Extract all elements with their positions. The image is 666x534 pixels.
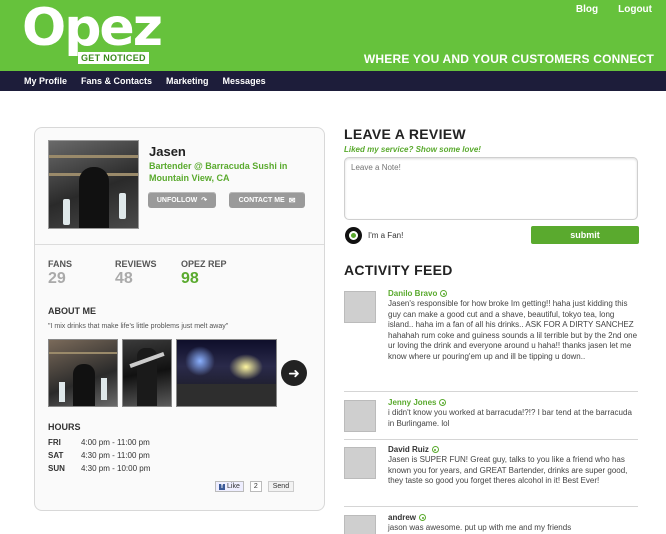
like-count: 2 [249, 481, 262, 492]
review-title: LEAVE A REVIEW [344, 126, 466, 142]
nav-messages[interactable]: Messages [223, 76, 266, 86]
envelope-icon: ✉ [288, 195, 296, 205]
reviews-value[interactable]: 48 [115, 270, 133, 288]
activity-title: ACTIVITY FEED [344, 262, 453, 278]
feed-text: i didn't know you worked at barracuda!?!… [388, 408, 632, 428]
unfollow-icon: ↷ [201, 197, 208, 204]
photo-thumbnail[interactable] [122, 339, 172, 407]
photo-thumbnail[interactable] [176, 339, 277, 407]
about-quote: "I mix drinks that make life's little pr… [48, 323, 229, 330]
feed-item: Danilo Bravo Jasen's responsible for how… [344, 289, 638, 389]
avatar[interactable] [344, 447, 376, 479]
fans-label: FANS [48, 259, 73, 269]
avatar[interactable] [344, 400, 376, 432]
feed-author-name: Danilo Bravo [388, 289, 438, 298]
hours-row: SUN 4:30 pm - 10:00 pm [48, 464, 150, 473]
unfollow-label: UNFOLLOW [156, 196, 198, 204]
fan-badge-icon [419, 514, 427, 521]
like-label: Like [227, 483, 240, 490]
avatar[interactable] [344, 291, 376, 323]
profile-photo [48, 140, 139, 229]
nav-fans-contacts[interactable]: Fans & Contacts [81, 76, 152, 86]
contact-me-button[interactable]: CONTACT ME ✉ [229, 192, 305, 208]
reviews-label: REVIEWS [115, 259, 157, 269]
facebook-like-button[interactable]: f Like [215, 481, 244, 492]
send-label: Send [272, 483, 290, 490]
feed-author-name: David Ruiz [388, 445, 429, 454]
rep-label: OPEZ REP [181, 259, 227, 269]
hours-day: SAT [48, 451, 64, 460]
unfollow-button[interactable]: UNFOLLOW ↷ [148, 192, 216, 208]
fans-value[interactable]: 29 [48, 270, 66, 288]
photo-thumbnail[interactable] [48, 339, 118, 407]
feed-item: David Ruiz Jasen is SUPER FUN! Great guy… [344, 445, 638, 501]
fan-badge-icon [440, 290, 448, 297]
divider [344, 506, 638, 507]
contact-me-label: CONTACT ME [238, 196, 285, 204]
fan-badge-icon [439, 399, 447, 406]
review-subtitle: Liked my service? Show some love! [344, 145, 481, 154]
feed-author[interactable]: andrew [388, 513, 427, 522]
feed-text: jason was awesome. put up with me and my… [388, 523, 572, 532]
feed-item: Jenny Jones i didn't know you worked at … [344, 398, 638, 434]
hours-time: 4:00 pm - 11:00 pm [81, 438, 150, 447]
top-links: Blog Logout [576, 4, 652, 15]
feed-author[interactable]: Danilo Bravo [388, 289, 448, 298]
hours-row: SAT 4:30 pm - 11:00 pm [48, 451, 150, 460]
social-share: f Like 2 Send [215, 481, 295, 492]
hours-time: 4:30 pm - 11:00 pm [81, 451, 150, 460]
profile-card: Jasen Bartender @ Barracuda Sushi in Mou… [34, 127, 325, 511]
feed-author-name: andrew [388, 513, 417, 522]
logo-wordmark: Opez [22, 0, 163, 58]
feed-text: Jasen is SUPER FUN! Great guy, talks to … [388, 455, 628, 485]
nav-my-profile[interactable]: My Profile [24, 76, 67, 86]
hours-day: FRI [48, 438, 61, 447]
nav-marketing[interactable]: Marketing [166, 76, 209, 86]
logout-link[interactable]: Logout [618, 4, 652, 15]
avatar[interactable] [344, 515, 376, 534]
logo-tagline: GET NOTICED [78, 52, 149, 64]
opez-logo[interactable]: Opez GET NOTICED [18, 0, 168, 66]
divider [344, 391, 638, 392]
feed-author[interactable]: Jenny Jones [388, 398, 447, 407]
review-textarea[interactable] [344, 157, 638, 220]
feed-author[interactable]: David Ruiz [388, 445, 439, 454]
profile-role[interactable]: Bartender @ Barracuda Sushi in Mountain … [149, 160, 319, 184]
header-tagline: WHERE YOU AND YOUR CUSTOMERS CONNECT [363, 52, 654, 66]
hours-row: FRI 4:00 pm - 11:00 pm [48, 438, 150, 447]
facebook-icon: f [219, 483, 225, 490]
divider [35, 244, 324, 245]
site-header: Opez GET NOTICED Blog Logout WHERE YOU A… [0, 0, 666, 71]
arrow-right-icon[interactable]: ➜ [281, 360, 307, 386]
about-title: ABOUT ME [48, 306, 96, 316]
fan-toggle-icon[interactable] [345, 227, 362, 244]
feed-author-name: Jenny Jones [388, 398, 437, 407]
hours-day: SUN [48, 464, 65, 473]
hours-title: HOURS [48, 422, 81, 432]
main-nav: My Profile Fans & Contacts Marketing Mes… [0, 71, 666, 91]
feed-item: andrew jason was awesome. put up with me… [344, 513, 638, 534]
blog-link[interactable]: Blog [576, 4, 598, 15]
hours-time: 4:30 pm - 10:00 pm [81, 464, 151, 473]
rep-value: 98 [181, 270, 199, 287]
divider [344, 439, 638, 440]
fan-label: I'm a Fan! [368, 231, 404, 240]
send-button[interactable]: Send [267, 481, 295, 492]
profile-name: Jasen [149, 144, 186, 159]
feed-text: Jasen's responsible for how broke Im get… [388, 299, 638, 361]
fan-badge-icon [431, 446, 439, 453]
submit-button[interactable]: submit [531, 226, 639, 244]
